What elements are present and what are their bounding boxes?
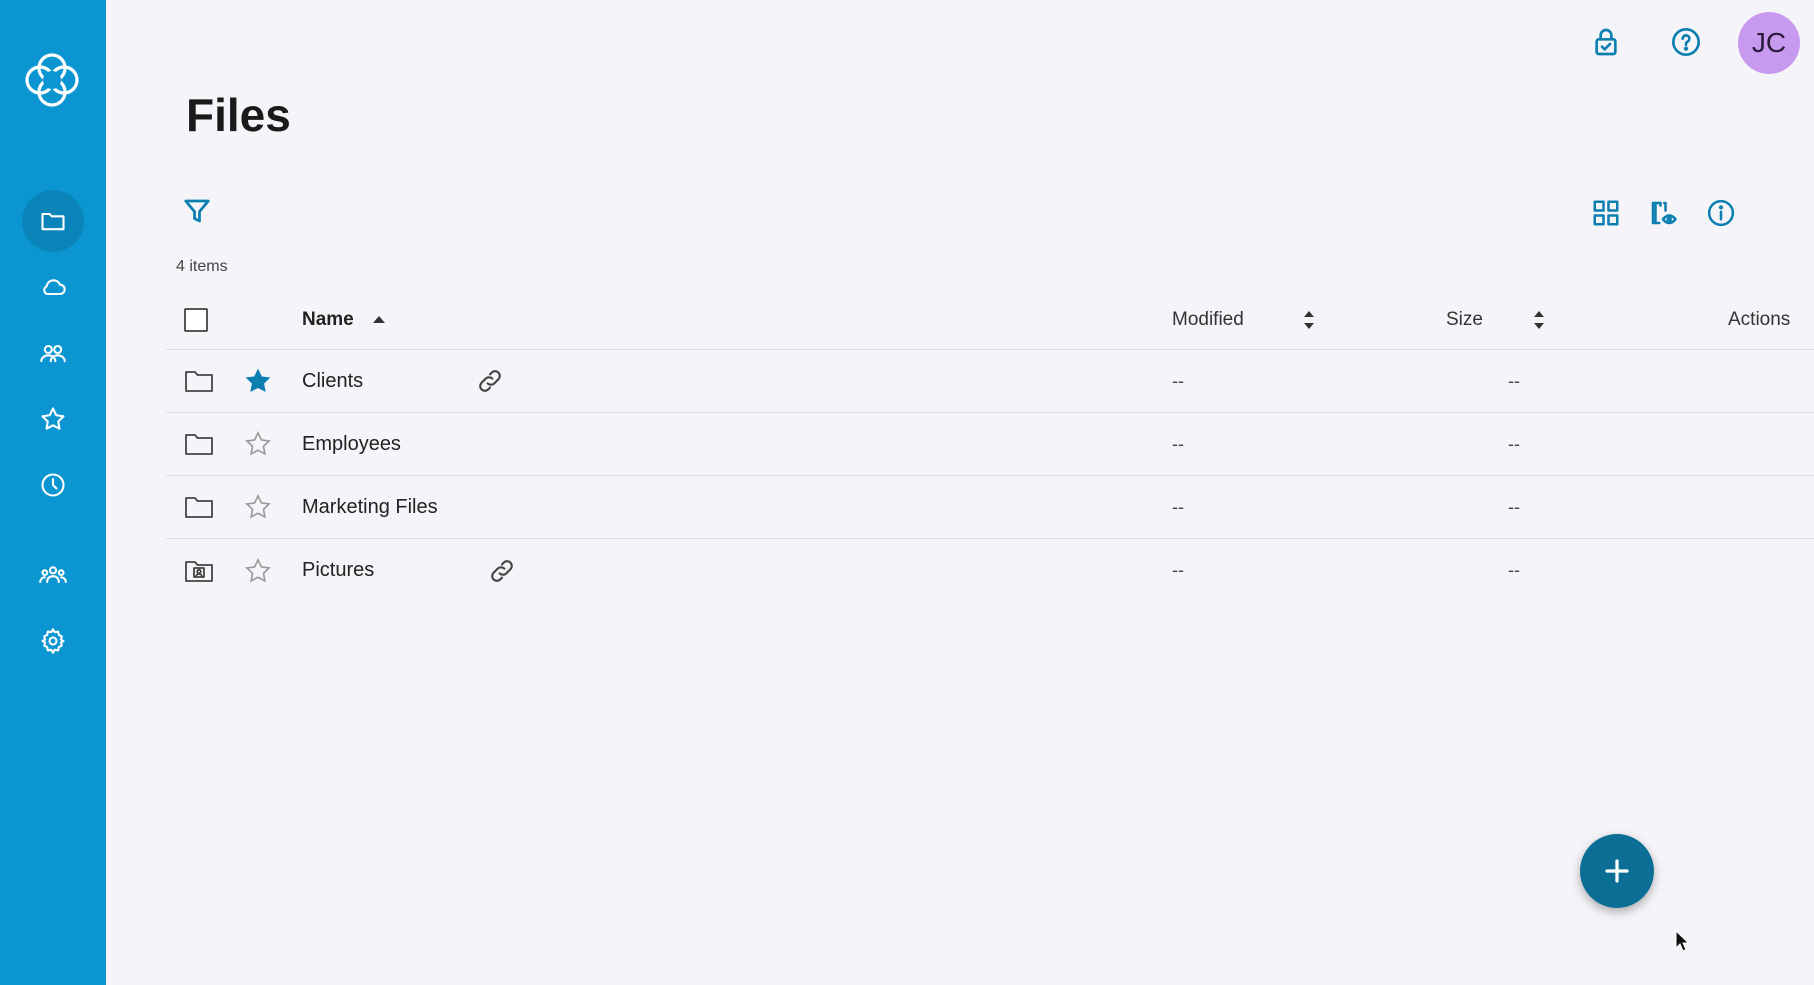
sort-toggle-icon[interactable]	[1530, 290, 1548, 349]
folder-icon	[41, 212, 65, 231]
size-value: --	[1508, 370, 1520, 391]
table-row[interactable]: Employees -- --	[166, 413, 1814, 476]
size-value: --	[1508, 496, 1520, 517]
grid-view-button[interactable]	[1587, 194, 1625, 232]
column-header-size[interactable]: Size	[1446, 290, 1483, 349]
link-icon[interactable]	[476, 350, 504, 412]
file-name[interactable]: Marketing Files	[302, 476, 438, 538]
help-button[interactable]	[1666, 22, 1706, 62]
select-all-checkbox[interactable]	[184, 290, 208, 349]
filter-icon	[184, 199, 210, 223]
file-name[interactable]: Employees	[302, 413, 401, 475]
app-logo-icon[interactable]	[20, 48, 84, 112]
lock-icon	[1595, 28, 1617, 56]
sort-asc-icon[interactable]	[370, 290, 388, 349]
file-name[interactable]: Clients	[302, 350, 363, 412]
folder-icon	[184, 476, 214, 538]
group-icon	[39, 566, 67, 584]
modified-value: --	[1172, 370, 1184, 391]
files-table: Name Modified Size Actions Clients -- --…	[166, 290, 1814, 602]
link-icon[interactable]	[488, 539, 516, 602]
favorite-star-icon[interactable]	[244, 413, 272, 475]
favorite-star-icon[interactable]	[244, 476, 272, 538]
file-eye-icon	[1651, 201, 1677, 225]
sort-toggle-icon[interactable]	[1300, 290, 1318, 349]
plus-icon	[1605, 859, 1629, 883]
column-header-actions: Actions	[1728, 308, 1791, 330]
page-title: Files	[186, 89, 291, 141]
file-name[interactable]: Pictures	[302, 539, 374, 602]
help-icon	[1672, 28, 1700, 56]
add-button[interactable]	[1580, 834, 1654, 908]
info-button[interactable]	[1702, 194, 1740, 232]
sidebar	[0, 0, 106, 985]
modified-value: --	[1172, 496, 1184, 517]
gear-icon	[41, 628, 65, 654]
sidebar-item-shared[interactable]	[22, 322, 84, 384]
table-row[interactable]: Clients -- --	[166, 350, 1814, 413]
sidebar-item-recent[interactable]	[22, 454, 84, 516]
column-header-name[interactable]: Name	[302, 290, 354, 349]
users-icon	[40, 344, 66, 363]
column-header-modified[interactable]: Modified	[1172, 290, 1244, 349]
modified-value: --	[1172, 560, 1184, 580]
mouse-cursor-icon	[1675, 930, 1690, 952]
preview-button[interactable]	[1644, 194, 1682, 232]
size-value: --	[1508, 433, 1520, 454]
info-icon	[1707, 199, 1735, 227]
filter-button[interactable]	[182, 196, 216, 230]
sidebar-item-favorites[interactable]	[22, 388, 84, 450]
size-value: --	[1508, 560, 1520, 580]
table-row[interactable]: Marketing Files -- --	[166, 476, 1814, 539]
star-icon	[41, 407, 65, 430]
main-content: Files JC 4 items Name Modified Size Acti…	[106, 0, 1814, 985]
modified-value: --	[1172, 433, 1184, 454]
folder-icon	[184, 350, 214, 412]
photo-folder-icon	[184, 539, 214, 602]
cloud-icon	[43, 279, 66, 296]
avatar[interactable]: JC	[1738, 12, 1800, 74]
sidebar-item-cloud[interactable]	[22, 256, 84, 318]
item-count: 4 items	[176, 258, 228, 275]
sidebar-item-groups[interactable]	[22, 544, 84, 606]
folder-icon	[184, 413, 214, 475]
sidebar-item-files[interactable]	[22, 190, 84, 252]
table-row[interactable]: Pictures -- --	[166, 539, 1814, 602]
favorite-star-icon[interactable]	[244, 350, 272, 412]
sidebar-item-settings[interactable]	[22, 610, 84, 672]
clock-icon	[41, 473, 65, 497]
grid-icon	[1593, 200, 1619, 226]
table-header: Name Modified Size Actions	[166, 290, 1814, 350]
favorite-star-icon[interactable]	[244, 539, 272, 602]
security-button[interactable]	[1586, 22, 1626, 62]
